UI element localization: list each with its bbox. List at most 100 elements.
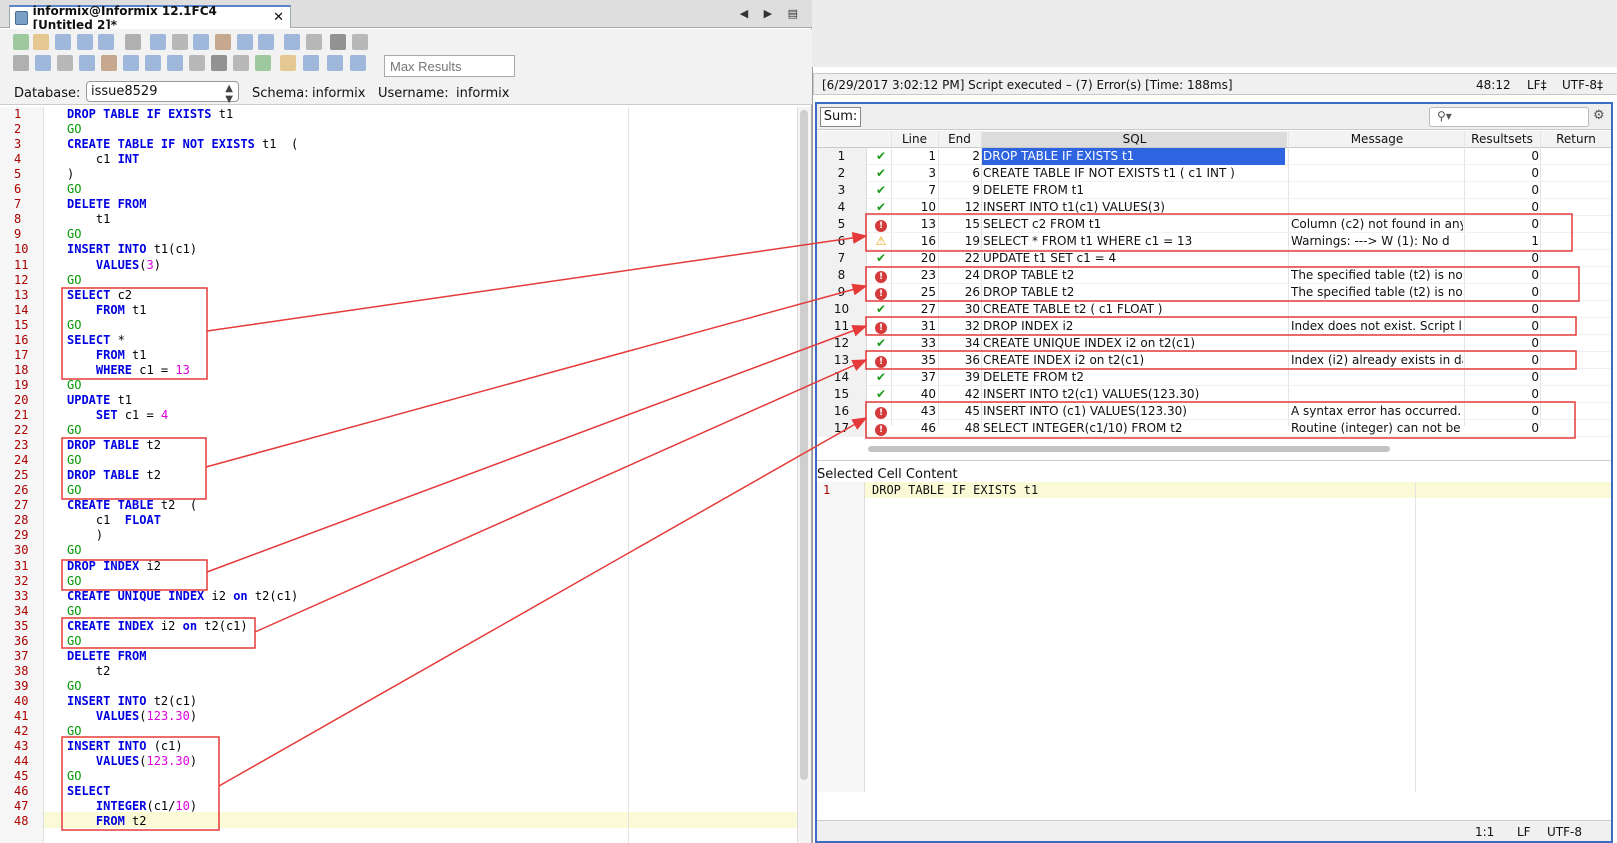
toolbar-button-icon[interactable] (79, 55, 95, 71)
app-root: informix@Informix 12.1FC4 [Untitled 2]* … (0, 0, 1617, 843)
code-editor[interactable]: 1 2 3 4 5 6 7 8 9 10 11 12 13 14 15 16 17 18 19 20 21 22 23 24 2… (0, 107, 804, 843)
line-number: 39 (14, 679, 29, 693)
results-row[interactable]: 11! 31 32 DROP INDEX i2 Index does not exist… (817, 318, 1611, 335)
toolbar-button-icon[interactable] (215, 34, 231, 50)
code-line: DELETE FROM (67, 197, 147, 211)
results-row[interactable]: 2 ✔ 3 6 CREATE TABLE IF NOT EXISTS t1 ( c1 I… (817, 165, 1611, 182)
results-row[interactable]: 1 ✔ 1 2 DROP TABLE IF EXISTS t1 0 (817, 148, 1611, 165)
results-horizontal-scrollbar[interactable] (868, 446, 1390, 452)
line-number: 29 (14, 528, 29, 542)
column-header-resultsets[interactable]: Resultsets (1465, 132, 1539, 146)
results-settings-icon[interactable]: ⚙ (1593, 108, 1605, 123)
row-index: 10 (817, 301, 867, 318)
cell-resultsets: 0 (1531, 387, 1539, 401)
results-row[interactable]: 14 ✔ 37 39 DELETE FROM t2 0 (817, 369, 1611, 386)
close-tab-icon[interactable]: ✕ (273, 10, 284, 25)
sum-button[interactable]: Sum: (820, 107, 861, 127)
toolbar-button-icon[interactable] (211, 55, 227, 71)
toolbar-button-icon[interactable] (193, 34, 209, 50)
line-number: 28 (14, 513, 29, 527)
column-header-line[interactable]: Line (893, 132, 936, 146)
toolbar-button-icon[interactable] (150, 34, 166, 50)
cell-end: 15 (964, 217, 980, 231)
line-number-gutter: 1 2 3 4 5 6 7 8 9 10 11 12 13 14 15 16 17 18 19 20 21 22 23 24 2… (0, 107, 44, 843)
tab-navigation-icons[interactable]: ◀ ▶ ▤ (740, 7, 804, 20)
results-row[interactable]: 4 ✔ 10 12 INSERT INTO t1(c1) VALUES(3) 0 (817, 199, 1611, 216)
toolbar-button-icon[interactable] (330, 34, 346, 50)
cell-line: 1 (928, 149, 936, 163)
toolbar-button-icon[interactable] (352, 34, 368, 50)
line-number: 6 (14, 182, 22, 196)
toolbar-button-icon[interactable] (13, 34, 29, 50)
row-index: 14 (817, 369, 867, 386)
toolbar-button-icon[interactable] (98, 34, 114, 50)
code-line: DELETE FROM (67, 649, 147, 663)
toolbar-button-icon[interactable] (258, 34, 274, 50)
line-ending-select[interactable]: LF‡ (1527, 78, 1547, 92)
toolbar-button-icon[interactable] (167, 55, 183, 71)
column-header-return[interactable]: Return (1541, 132, 1611, 146)
max-results-input[interactable] (384, 55, 515, 77)
code-line: DROP TABLE t2 (67, 468, 161, 482)
code-line: CREATE TABLE IF NOT EXISTS t1 ( (67, 137, 299, 151)
selected-cell-editor[interactable]: 1 DROP TABLE IF EXISTS t1 (817, 482, 1611, 792)
database-select[interactable]: issue8529 ▲ ▼ (86, 81, 239, 105)
toolbar-button-icon[interactable] (35, 55, 51, 71)
line-number: 45 (14, 769, 29, 783)
toolbar-button-icon[interactable] (189, 55, 205, 71)
toolbar-button-icon[interactable] (55, 34, 71, 50)
toolbar-button-icon[interactable] (13, 55, 29, 71)
toolbar-button-icon[interactable] (350, 55, 366, 71)
results-row[interactable]: 8! 23 24 DROP TABLE t2 The specified table (… (817, 267, 1611, 284)
code-line: GO (67, 634, 82, 648)
toolbar-button-icon[interactable] (284, 34, 300, 50)
database-select-value: issue8529 (91, 84, 158, 99)
column-header-message[interactable]: Message (1289, 132, 1465, 146)
toolbar-button-icon[interactable] (125, 34, 141, 50)
toolbar-button-icon[interactable] (101, 55, 117, 71)
toolbar-button-icon[interactable] (255, 55, 271, 71)
cell-sql: UPDATE t1 SET c1 = 4 (983, 251, 1117, 265)
editor-vertical-scrollbar[interactable] (797, 107, 811, 843)
results-row[interactable]: 10 ✔ 27 30 CREATE TABLE t2 ( c1 FLOAT ) 0 (817, 301, 1611, 318)
toolbar-button-icon[interactable] (303, 55, 319, 71)
toolbar-button-icon[interactable] (123, 55, 139, 71)
toolbar-button-icon[interactable] (237, 34, 253, 50)
toolbar-button-icon[interactable] (280, 55, 296, 71)
line-number: 41 (14, 709, 29, 723)
toolbar-button-icon[interactable] (233, 55, 249, 71)
encoding-select[interactable]: UTF-8‡ (1562, 78, 1603, 92)
results-row[interactable]: 9! 25 26 DROP TABLE t2 The specified table (… (817, 284, 1611, 301)
results-row[interactable]: 7 ✔ 20 22 UPDATE t1 SET c1 = 4 0 (817, 250, 1611, 267)
column-header-sql[interactable]: SQL (982, 132, 1287, 147)
cell-sql: SELECT c2 FROM t1 (983, 217, 1102, 231)
editor-tab[interactable]: informix@Informix 12.1FC4 [Untitled 2]* … (9, 4, 291, 32)
column-header-end[interactable]: End (939, 132, 980, 146)
results-row[interactable]: 5! 13 15 SELECT c2 FROM t1 Column (c2) not f… (817, 216, 1611, 233)
results-row[interactable]: 6 ⚠ 16 19 SELECT * FROM t1 WHERE c1 = 13 Warn… (817, 233, 1611, 250)
results-row[interactable]: 12 ✔ 33 34 CREATE UNIQUE INDEX i2 on t2(c1) 0 (817, 335, 1611, 352)
code-line: SELECT * (67, 333, 125, 347)
toolbar-button-icon[interactable] (306, 34, 322, 50)
toolbar-button-icon[interactable] (327, 55, 343, 71)
split-divider[interactable] (817, 460, 1611, 461)
cell-end: 22 (964, 251, 980, 265)
toolbar-button-icon[interactable] (172, 34, 188, 50)
code-line: c1 INT (67, 152, 140, 166)
results-row[interactable]: 13! 35 36 CREATE INDEX i2 on t2(c1) Index (i… (817, 352, 1611, 369)
toolbar-button-icon[interactable] (145, 55, 161, 71)
toolbar-button-icon[interactable] (33, 34, 49, 50)
success-check-icon: ✔ (875, 336, 887, 350)
toolbar-button-icon[interactable] (77, 34, 93, 50)
results-search-input[interactable]: ⚲▾ (1429, 107, 1589, 127)
results-row[interactable]: 15 ✔ 40 42 INSERT INTO t2(c1) VALUES(123.30)… (817, 386, 1611, 403)
editor-scroll-thumb[interactable] (800, 110, 808, 780)
results-row[interactable]: 3 ✔ 7 9 DELETE FROM t1 0 (817, 182, 1611, 199)
line-number: 4 (14, 152, 22, 166)
toolbar-button-icon[interactable] (57, 55, 73, 71)
results-row[interactable]: 16! 43 45 INSERT INTO (c1) VALUES(123.30) A … (817, 403, 1611, 420)
code-line: GO (67, 724, 82, 738)
cell-end: 48 (964, 421, 980, 435)
results-row[interactable]: 17! 46 48 SELECT INTEGER(c1/10) FROM t2 Rout… (817, 420, 1611, 437)
cell-message: Warnings: ---> W (1): No d (1291, 234, 1450, 248)
